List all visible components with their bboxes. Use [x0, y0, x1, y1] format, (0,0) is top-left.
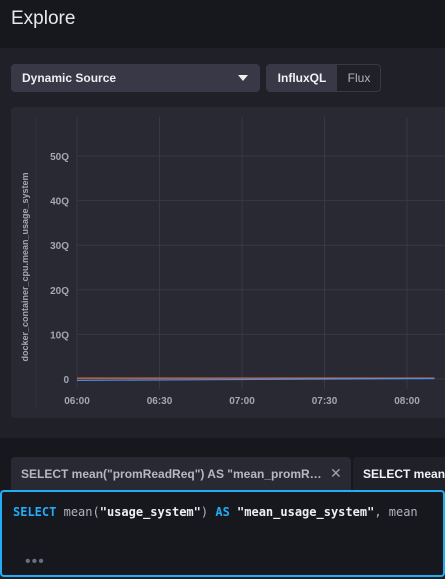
x-tick-label: 06:30 [147, 396, 173, 407]
query-editor[interactable]: SELECT mean("usage_system") AS "mean_usa… [0, 490, 445, 577]
query-tab-label: SELECT mean("promReadReq") AS "mean_prom… [21, 467, 321, 481]
source-dropdown-label: Dynamic Source [22, 71, 117, 85]
x-tick-label: 06:00 [64, 396, 90, 407]
more-icon[interactable]: ••• [25, 553, 45, 571]
query-language-toggle: InfluxQL Flux [266, 64, 381, 92]
query-tabs-bar: SELECT mean("promReadReq") AS "mean_prom… [0, 438, 445, 490]
keyword-select: SELECT [13, 505, 57, 519]
function-mean: mean( [63, 505, 100, 519]
close-icon[interactable]: ✕ [330, 465, 342, 482]
paren-close: ) [200, 505, 209, 519]
y-tick-label: 10Q [50, 330, 69, 341]
field-name: "usage_system" [99, 505, 201, 519]
query-tab-active[interactable]: SELECT mean [353, 457, 445, 490]
y-tick-label: 40Q [50, 197, 69, 208]
page-title: Explore [11, 8, 76, 29]
line-chart[interactable]: docker_container_cpu.mean_usage_system 0… [11, 107, 445, 418]
query-tab[interactable]: SELECT mean("promReadReq") AS "mean_prom… [11, 457, 351, 490]
keyword-as: AS [215, 505, 230, 519]
x-tick-label: 08:00 [394, 396, 420, 407]
x-tick-label: 07:30 [312, 396, 338, 407]
query-text[interactable]: SELECT mean("usage_system") AS "mean_usa… [13, 505, 418, 519]
y-axis-label: docker_container_cpu.mean_usage_system [20, 172, 30, 361]
query-tab-label: SELECT mean [363, 467, 445, 481]
caret-down-icon [238, 75, 248, 81]
influxql-button[interactable]: InfluxQL [267, 65, 337, 91]
x-tick-label: 07:00 [229, 396, 255, 407]
alias-name: "mean_usage_system" [237, 505, 375, 519]
flux-button[interactable]: Flux [337, 65, 380, 91]
y-tick-label: 30Q [50, 241, 69, 252]
query-rest: , mean [374, 505, 418, 519]
y-tick-label: 0 [63, 375, 69, 386]
header-bar: Explore [0, 0, 445, 48]
y-tick-label: 50Q [50, 152, 69, 163]
source-dropdown[interactable]: Dynamic Source [11, 64, 260, 92]
graph-panel[interactable]: docker_container_cpu.mean_usage_system 0… [11, 107, 445, 418]
y-tick-label: 20Q [50, 286, 69, 297]
